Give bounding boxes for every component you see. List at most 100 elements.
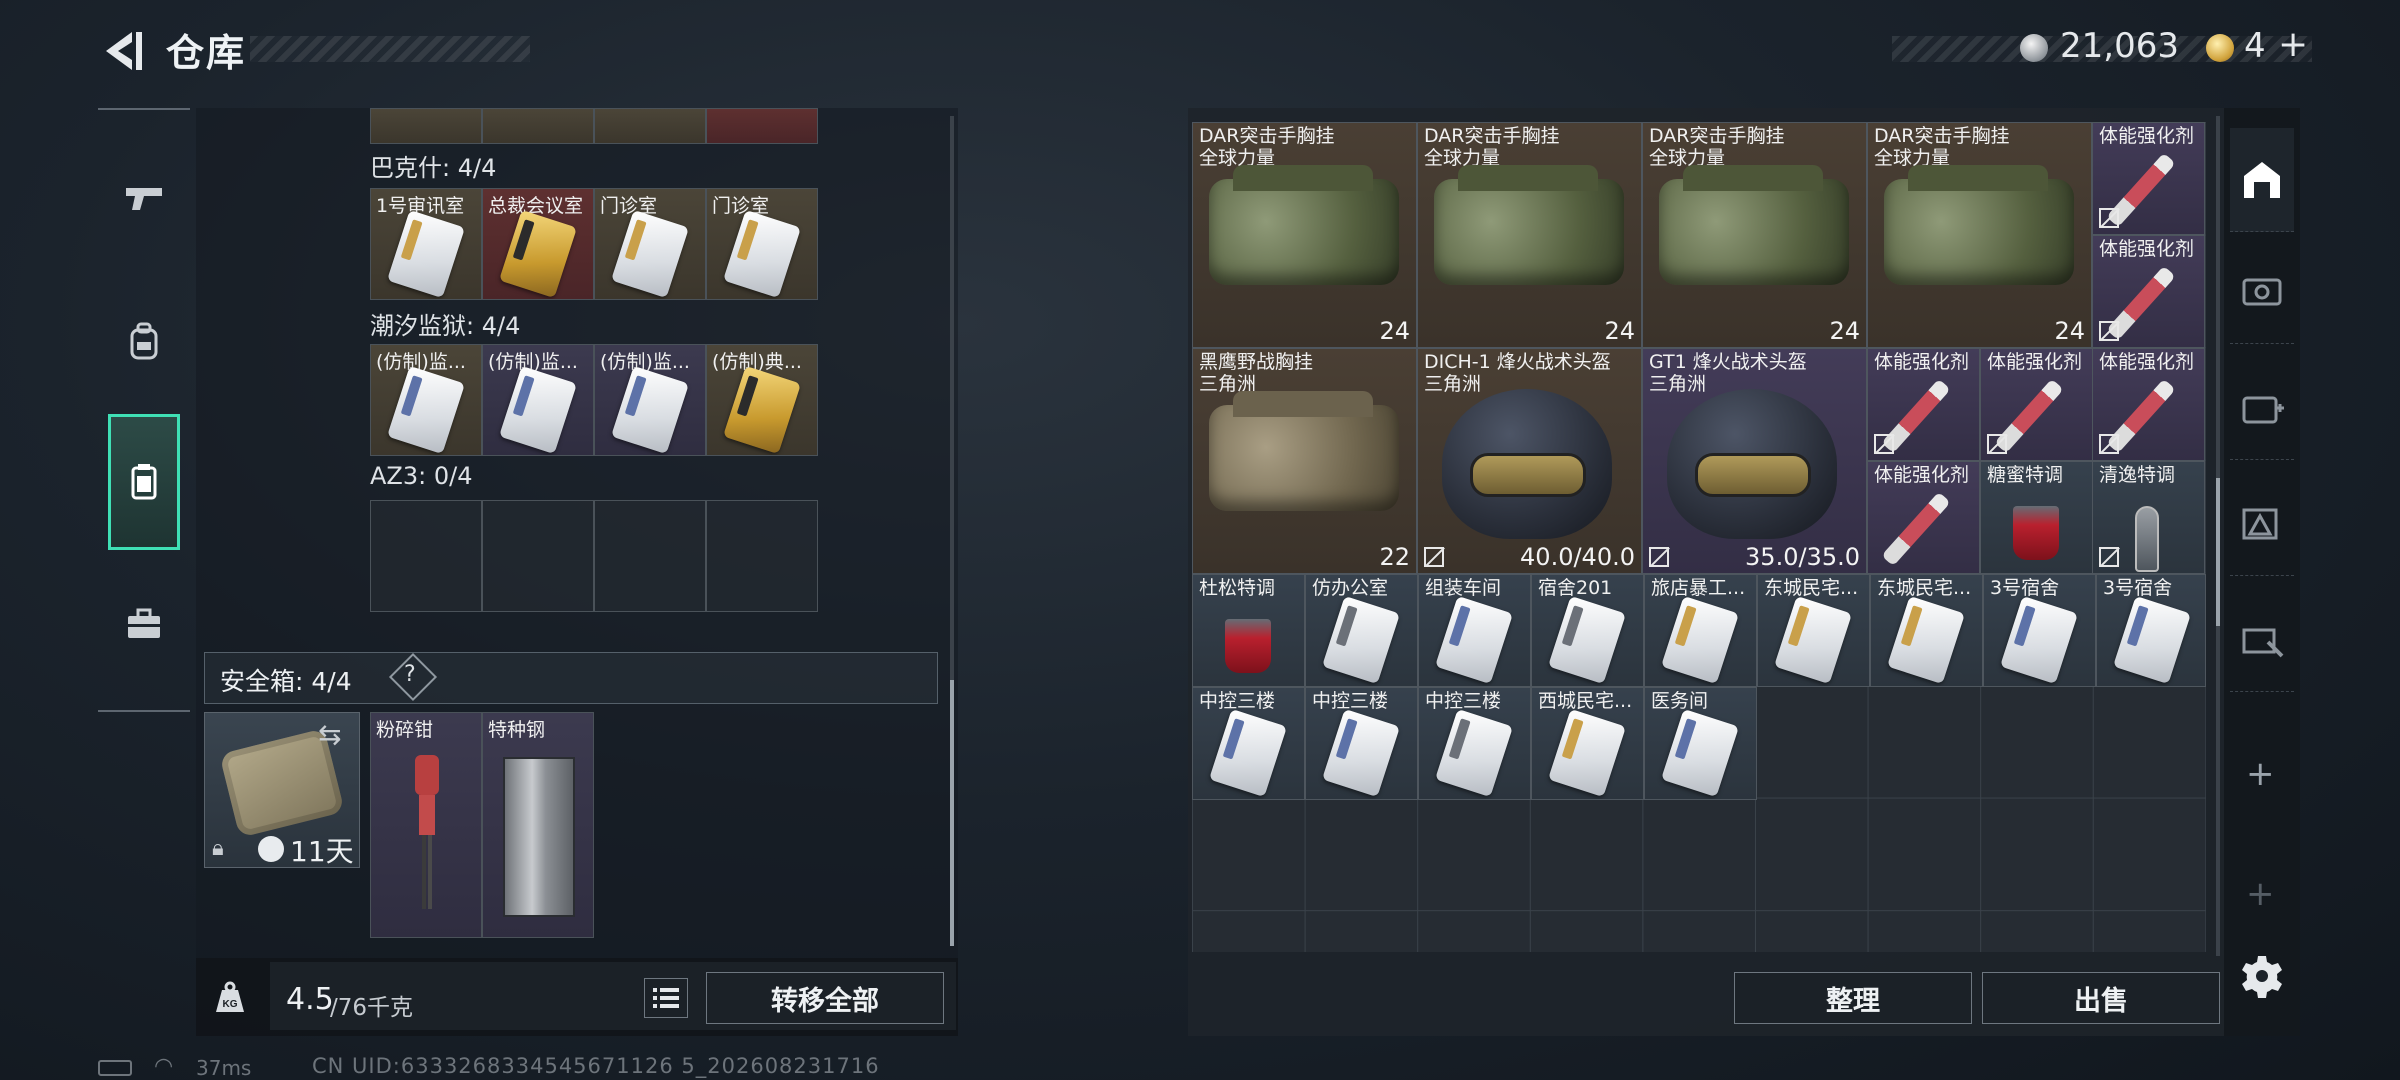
stash-item-rig[interactable]: DAR突击手胸挂 全球力量 24 xyxy=(1192,122,1417,348)
empty-slot[interactable] xyxy=(594,500,706,612)
stash-item-stimulant[interactable]: 体能强化剂 xyxy=(2092,235,2205,348)
keycard-slot[interactable]: (仿制)监... xyxy=(482,344,594,456)
container-scroll-thumb[interactable] xyxy=(950,680,954,946)
stash-item-stimulant[interactable]: 体能强化剂 xyxy=(2092,348,2205,461)
add-stash-tab-button-disabled[interactable]: + xyxy=(2246,874,2275,914)
stash-item-keycard[interactable]: 3号宿舍 xyxy=(2096,574,2206,687)
chest-rig-icon xyxy=(1434,165,1624,285)
stash-item-keycard[interactable]: 3号宿舍 xyxy=(1983,574,2096,687)
stash-item-keycard[interactable]: 仿办公室 xyxy=(1305,574,1418,687)
warehouse-icon xyxy=(2244,161,2280,198)
sidebar-item-weapons[interactable] xyxy=(108,130,180,266)
stash-item-rig[interactable]: DAR突击手胸挂 全球力量 24 xyxy=(1417,122,1642,348)
stash-item-rig[interactable]: DAR突击手胸挂 全球力量 24 xyxy=(1867,122,2092,348)
stash-item-keycard[interactable]: 东城民宅... xyxy=(1870,574,1983,687)
gold-coin-icon xyxy=(2206,34,2234,62)
transfer-all-button[interactable]: 转移全部 xyxy=(706,972,944,1024)
sidebar-item-backpack[interactable] xyxy=(108,274,180,410)
keycard-slot[interactable]: (仿制)典... xyxy=(706,344,818,456)
item-subname: 三角洲 xyxy=(1649,373,1707,395)
item-name: 体能强化剂 xyxy=(2099,351,2195,373)
stash-tab-4[interactable] xyxy=(2230,472,2294,576)
chest-rig-icon xyxy=(1884,165,2074,285)
item-name: DAR突击手胸挂 xyxy=(1649,125,1785,147)
chest-rig-icon xyxy=(1659,165,1849,285)
keycard-slot[interactable]: (仿制)监... xyxy=(370,344,482,456)
item-name: 黑鹰野战胸挂 xyxy=(1199,351,1314,373)
stash-tab-5[interactable] xyxy=(2230,588,2294,692)
safe-item-special-steel[interactable]: 特种钢 xyxy=(482,712,594,938)
stash-item-keycard[interactable]: 东城民宅... xyxy=(1757,574,1870,687)
stash-scroll-thumb[interactable] xyxy=(2216,478,2220,626)
item-capacity: 24 xyxy=(1604,317,1635,345)
steel-plate-icon xyxy=(503,757,575,917)
empty-slot[interactable] xyxy=(706,500,818,612)
keycard-icon xyxy=(1434,708,1514,798)
card-slot[interactable] xyxy=(706,108,818,144)
list-view-button[interactable] xyxy=(644,978,688,1018)
gear-icon[interactable] xyxy=(2238,952,2286,1000)
item-capacity: 22 xyxy=(1379,543,1410,571)
add-stash-tab-button[interactable]: + xyxy=(2246,754,2275,794)
stash-tab-3[interactable] xyxy=(2230,356,2294,460)
stash-item-stimulant[interactable]: 体能强化剂 xyxy=(1867,348,1980,461)
stash-item-drink[interactable]: 清逸特调 xyxy=(2092,461,2205,574)
item-capacity: 24 xyxy=(1829,317,1860,345)
stash-item-keycard[interactable]: 西城民宅... xyxy=(1531,687,1644,800)
empty-slot[interactable] xyxy=(482,500,594,612)
keycard-slot[interactable]: 1号审讯室 xyxy=(370,188,482,300)
keycard-slot[interactable]: 门诊室 xyxy=(594,188,706,300)
keycard-slot[interactable]: (仿制)监... xyxy=(594,344,706,456)
back-arrow-icon[interactable] xyxy=(96,26,146,76)
stash-item-rig[interactable]: 黑鹰野战胸挂 三角洲 22 xyxy=(1192,348,1417,574)
sell-button[interactable]: 出售 xyxy=(1982,972,2220,1024)
card-slot[interactable] xyxy=(594,108,706,144)
sort-button[interactable]: 整理 xyxy=(1734,972,1972,1024)
stash-item-helmet[interactable]: DICH-1 烽火战术头盔 三角洲 40.0/40.0 xyxy=(1417,348,1642,574)
stash-item-drink[interactable]: 杜松特调 xyxy=(1192,574,1305,687)
item-name: 体能强化剂 xyxy=(1874,351,1970,373)
stash-item-keycard[interactable]: 中控三楼 xyxy=(1192,687,1305,800)
stash-item-keycard[interactable]: 中控三楼 xyxy=(1418,687,1531,800)
stash-item-rig[interactable]: DAR突击手胸挂 全球力量 24 xyxy=(1642,122,1867,348)
briefcase-icon xyxy=(128,608,160,638)
item-name: 宿舍201 xyxy=(1538,577,1613,599)
empty-slot[interactable] xyxy=(370,500,482,612)
keycard-icon xyxy=(610,209,690,299)
helmet-icon xyxy=(1442,389,1612,539)
stash-tab-2[interactable] xyxy=(2230,240,2294,344)
card-slot[interactable] xyxy=(482,108,594,144)
item-name: 仿办公室 xyxy=(1312,577,1389,599)
help-button[interactable]: ? xyxy=(404,662,416,687)
keycard-icon xyxy=(2112,595,2192,685)
stash-item-stimulant[interactable]: 体能强化剂 xyxy=(1867,461,1980,574)
keycard-icon xyxy=(610,365,690,455)
keycard-icon xyxy=(1999,595,2079,685)
stash-item-keycard[interactable]: 宿舍201 xyxy=(1531,574,1644,687)
stash-item-keycard[interactable]: 医务间 xyxy=(1644,687,1757,800)
card-slot[interactable] xyxy=(370,108,482,144)
stash-item-keycard[interactable]: 旅店暴工... xyxy=(1644,574,1757,687)
stash-item-keycard[interactable]: 组装车间 xyxy=(1418,574,1531,687)
keycard-icon xyxy=(1660,595,1740,685)
no-case-icon xyxy=(2099,321,2119,341)
safe-box-title: 安全箱: 4/4 xyxy=(220,667,352,696)
card-row-tidal-prison: (仿制)监... (仿制)监... (仿制)监... (仿制)典... xyxy=(370,344,818,456)
add-currency-button[interactable]: + xyxy=(2278,24,2308,65)
sidebar-item-case[interactable] xyxy=(108,556,180,692)
stash-tab-main[interactable] xyxy=(2230,128,2294,232)
stash-item-stimulant[interactable]: 体能强化剂 xyxy=(1980,348,2093,461)
stash-item-stimulant[interactable]: 体能强化剂 xyxy=(2092,122,2205,235)
keycard-slot[interactable]: 门诊室 xyxy=(706,188,818,300)
stash-item-keycard[interactable]: 中控三楼 xyxy=(1305,687,1418,800)
safe-item-crusher[interactable]: 粉碎钳 xyxy=(370,712,482,938)
champagne-glass-icon xyxy=(2135,506,2159,572)
keycard-slot[interactable]: 总裁会议室 xyxy=(482,188,594,300)
no-case-icon xyxy=(1424,547,1444,567)
sidebar-item-rig[interactable] xyxy=(108,414,180,550)
no-case-icon xyxy=(1649,547,1669,567)
repair-case-icon xyxy=(2242,628,2284,657)
swap-icon[interactable]: ⇆ xyxy=(318,718,341,751)
stash-item-helmet[interactable]: GT1 烽火战术头盔 三角洲 35.0/35.0 xyxy=(1642,348,1867,574)
stash-item-drink[interactable]: 糖蜜特调 xyxy=(1980,461,2093,574)
